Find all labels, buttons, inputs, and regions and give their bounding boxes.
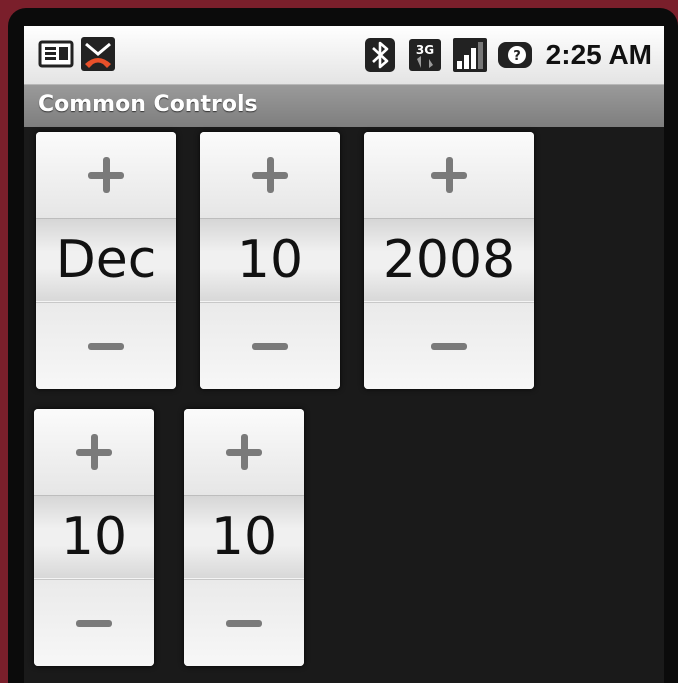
svg-text:?: ? <box>513 49 521 64</box>
plus-icon <box>252 157 288 193</box>
signal-strength-icon <box>452 37 488 73</box>
minute-value[interactable]: 10 <box>184 496 304 578</box>
hour-picker: 10 <box>34 409 154 666</box>
month-increment-button[interactable] <box>36 132 176 219</box>
minus-icon <box>226 605 262 641</box>
minute-decrement-button[interactable] <box>184 579 304 666</box>
status-clock: 2:25 AM <box>545 39 652 70</box>
minus-icon <box>431 328 467 364</box>
minute-increment-button[interactable] <box>184 409 304 496</box>
day-increment-button[interactable] <box>200 132 340 219</box>
day-decrement-button[interactable] <box>200 302 340 389</box>
bluetooth-icon <box>362 37 398 73</box>
no-sim-icon: ? <box>497 37 533 73</box>
plus-icon <box>88 157 124 193</box>
year-value[interactable]: 2008 <box>364 219 534 301</box>
month-picker: Dec <box>36 132 176 389</box>
title-bar: Common Controls <box>24 85 664 127</box>
phone-screen: 3G ? 2:25 AM Common Controls Dec 10 2008… <box>24 26 664 683</box>
year-decrement-button[interactable] <box>364 302 534 389</box>
minus-icon <box>76 605 112 641</box>
plus-icon <box>226 434 262 470</box>
year-picker: 2008 <box>364 132 534 389</box>
minute-picker: 10 <box>184 409 304 666</box>
sim-card-icon <box>38 36 74 72</box>
hour-value[interactable]: 10 <box>34 496 154 578</box>
3g-data-icon: 3G <box>407 37 443 73</box>
plus-icon <box>76 434 112 470</box>
plus-icon <box>431 157 467 193</box>
year-increment-button[interactable] <box>364 132 534 219</box>
minus-icon <box>252 328 288 364</box>
svg-text:3G: 3G <box>416 43 434 57</box>
day-picker: 10 <box>200 132 340 389</box>
day-value[interactable]: 10 <box>200 219 340 301</box>
hour-decrement-button[interactable] <box>34 579 154 666</box>
missed-call-icon <box>80 36 116 72</box>
hour-increment-button[interactable] <box>34 409 154 496</box>
status-bar: 3G ? 2:25 AM <box>24 26 664 85</box>
month-value[interactable]: Dec <box>36 219 176 301</box>
month-decrement-button[interactable] <box>36 302 176 389</box>
minus-icon <box>88 328 124 364</box>
app-title: Common Controls <box>38 92 258 117</box>
